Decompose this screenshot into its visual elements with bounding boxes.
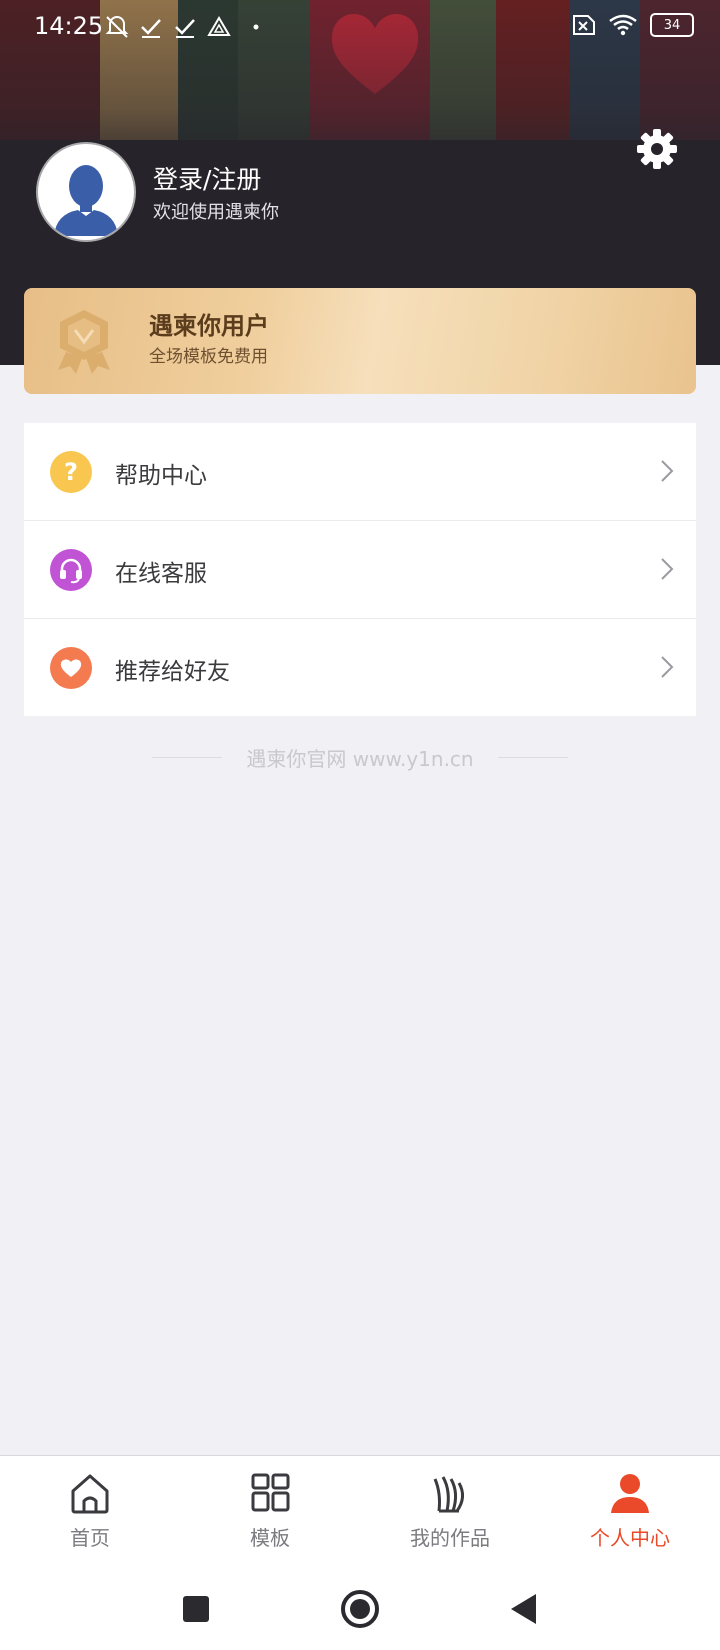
avatar[interactable] (38, 144, 134, 240)
menu-item-label: 帮助中心 (115, 463, 207, 489)
dot-icon (253, 24, 259, 30)
home-circle-icon (341, 1590, 379, 1628)
gear-icon[interactable] (634, 126, 680, 172)
vip-badge-icon (58, 310, 110, 374)
system-navigation-bar (0, 1569, 720, 1650)
vip-card[interactable]: 遇柬你用户 全场模板免费用 (24, 288, 696, 394)
chevron-right-icon (661, 460, 674, 482)
mute-icon (105, 16, 129, 38)
bottom-tab-bar: 首页 模板 我的作品 个人中心 (0, 1455, 720, 1570)
check-icon (175, 19, 195, 38)
works-icon (433, 1476, 464, 1513)
status-bar: 14:25 34 (0, 0, 720, 56)
tab-home[interactable]: 首页 (0, 1456, 180, 1570)
menu-list: ? 帮助中心 在线客服 推荐给好友 (24, 423, 696, 716)
login-register-link[interactable]: 登录/注册 (153, 160, 261, 196)
menu-item-label: 在线客服 (115, 561, 207, 587)
chevron-right-icon (661, 656, 674, 678)
recents-button[interactable] (176, 1589, 216, 1629)
person-icon (611, 1474, 649, 1513)
back-icon (511, 1594, 536, 1624)
tab-my-works[interactable]: 我的作品 (360, 1456, 540, 1570)
menu-item-online-service[interactable]: 在线客服 (24, 521, 696, 619)
help-icon: ? (50, 451, 92, 493)
tab-label: 我的作品 (410, 1526, 490, 1550)
default-avatar-icon (54, 165, 118, 236)
heart-icon (50, 647, 92, 689)
drive-icon (207, 16, 231, 36)
official-site-text: 遇柬你官网 www.y1n.cn (246, 746, 474, 771)
home-button[interactable] (340, 1589, 380, 1629)
menu-item-label: 推荐给好友 (115, 659, 230, 685)
chevron-right-icon (661, 558, 674, 580)
tab-label: 模板 (250, 1526, 290, 1550)
back-button[interactable] (504, 1589, 544, 1629)
templates-icon (251, 1473, 290, 1512)
wifi-icon (609, 14, 637, 36)
sim-off-icon (573, 15, 595, 35)
menu-item-help-center[interactable]: ? 帮助中心 (24, 423, 696, 521)
check-icon (141, 19, 161, 38)
official-site-note: 遇柬你官网 www.y1n.cn (0, 740, 720, 774)
divider (152, 756, 223, 758)
divider (497, 756, 568, 758)
tab-label: 个人中心 (590, 1526, 670, 1550)
home-icon (71, 1474, 109, 1514)
battery-level: 34 (663, 17, 681, 33)
recents-icon (183, 1596, 209, 1622)
status-time: 14:25 (34, 12, 104, 40)
tab-personal-center[interactable]: 个人中心 (540, 1456, 720, 1570)
welcome-text: 欢迎使用遇柬你 (153, 202, 279, 223)
tab-label: 首页 (70, 1526, 110, 1550)
tab-templates[interactable]: 模板 (180, 1456, 360, 1570)
battery-icon: 34 (650, 13, 694, 37)
vip-subtitle: 全场模板免费用 (149, 347, 268, 367)
headset-icon (50, 549, 92, 591)
menu-item-recommend-friends[interactable]: 推荐给好友 (24, 619, 696, 716)
vip-title: 遇柬你用户 (149, 312, 269, 340)
